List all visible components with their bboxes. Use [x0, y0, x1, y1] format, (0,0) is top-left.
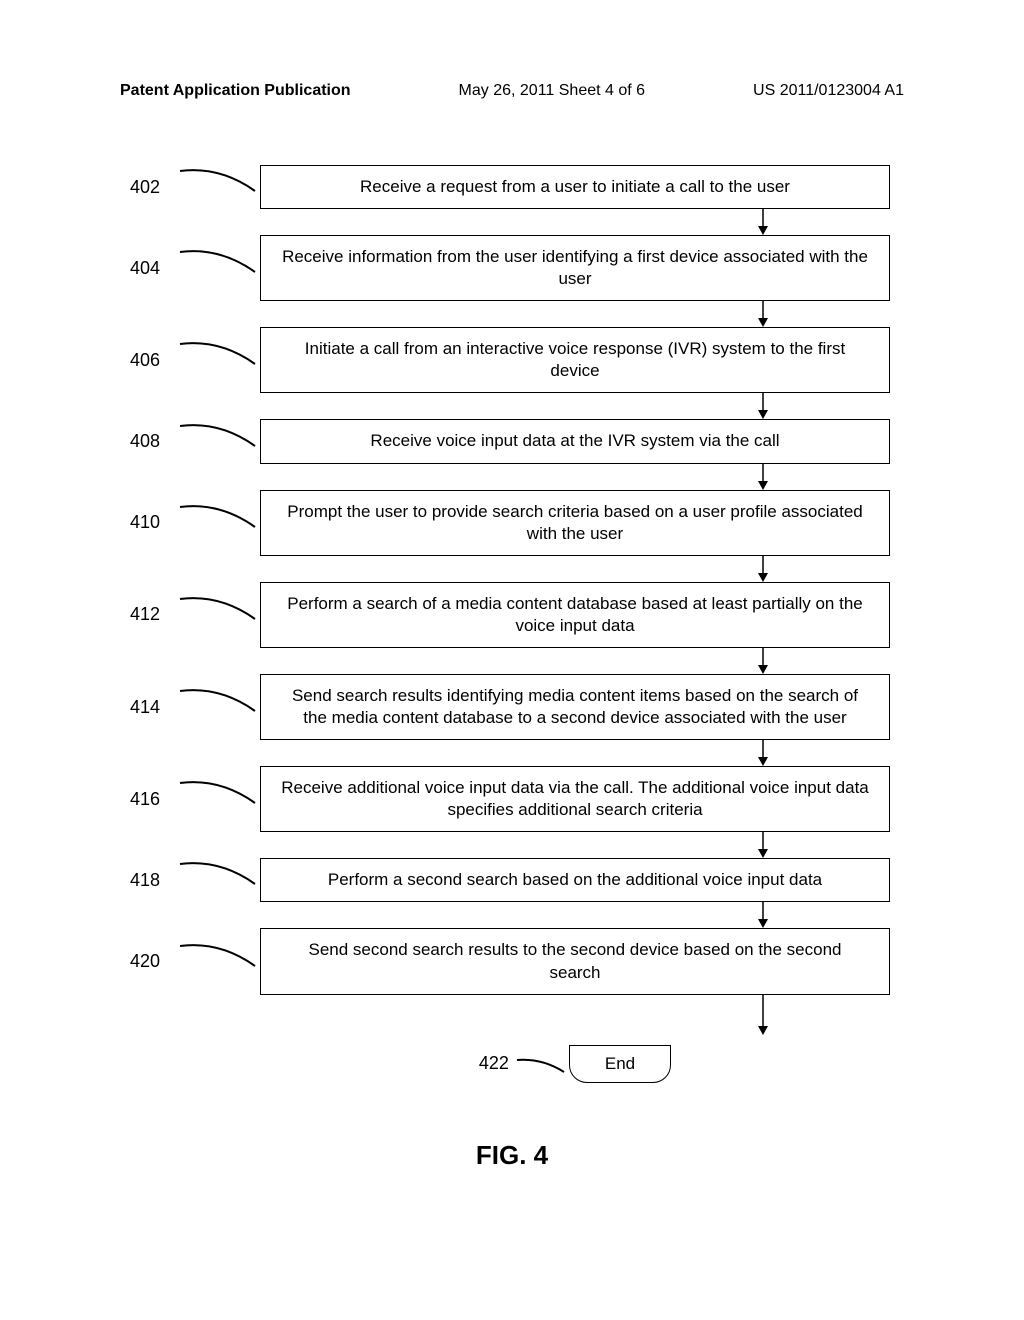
leader-line-icon [180, 522, 260, 524]
step-box: Send second search results to the second… [260, 928, 890, 994]
step-420: 420 Send second search results to the se… [130, 928, 890, 994]
step-box: Receive information from the user identi… [260, 235, 890, 301]
end-label: 422 [479, 1053, 509, 1074]
step-410: 410 Prompt the user to provide search cr… [130, 490, 890, 556]
figure-caption: FIG. 4 [0, 1140, 1024, 1171]
step-408: 408 Receive voice input data at the IVR … [130, 419, 890, 463]
arrow-down-icon [260, 995, 890, 1035]
leader-line-icon [180, 798, 260, 800]
step-414: 414 Send search results identifying medi… [130, 674, 890, 740]
leader-line-icon [180, 614, 260, 616]
leader-line-icon [180, 706, 260, 708]
step-418: 418 Perform a second search based on the… [130, 858, 890, 902]
header-patent-number: US 2011/0123004 A1 [753, 82, 904, 100]
leader-line-icon [180, 961, 260, 963]
step-label: 412 [130, 604, 180, 625]
step-412: 412 Perform a search of a media content … [130, 582, 890, 648]
step-box: Prompt the user to provide search criter… [260, 490, 890, 556]
leader-line-icon [180, 879, 260, 881]
step-box: Perform a search of a media content data… [260, 582, 890, 648]
arrow-down-icon [260, 740, 890, 766]
step-box: Perform a second search based on the add… [260, 858, 890, 902]
step-label: 408 [130, 431, 180, 452]
step-label: 418 [130, 870, 180, 891]
flowchart: 402 Receive a request from a user to ini… [130, 165, 890, 1083]
leader-line-icon [180, 267, 260, 269]
arrow-down-icon [260, 556, 890, 582]
leader-line-icon [180, 359, 260, 361]
step-box: Send search results identifying media co… [260, 674, 890, 740]
step-label: 416 [130, 789, 180, 810]
step-label: 420 [130, 951, 180, 972]
step-label: 410 [130, 512, 180, 533]
step-402: 402 Receive a request from a user to ini… [130, 165, 890, 209]
arrow-down-icon [260, 464, 890, 490]
arrow-down-icon [260, 393, 890, 419]
step-416: 416 Receive additional voice input data … [130, 766, 890, 832]
step-404: 404 Receive information from the user id… [130, 235, 890, 301]
step-label: 402 [130, 177, 180, 198]
arrow-down-icon [260, 832, 890, 858]
step-box: Receive additional voice input data via … [260, 766, 890, 832]
arrow-down-icon [260, 301, 890, 327]
header-date-sheet: May 26, 2011 Sheet 4 of 6 [459, 82, 646, 100]
step-box: Receive voice input data at the IVR syst… [260, 419, 890, 463]
leader-line-icon [180, 441, 260, 443]
arrow-down-icon [260, 648, 890, 674]
step-406: 406 Initiate a call from an interactive … [130, 327, 890, 393]
leader-line-icon [180, 186, 260, 188]
end-terminator: End [569, 1045, 671, 1083]
step-end: 422 End [260, 1045, 890, 1083]
arrow-down-icon [260, 209, 890, 235]
step-label: 414 [130, 697, 180, 718]
arrow-down-icon [260, 902, 890, 928]
step-box: Receive a request from a user to initiat… [260, 165, 890, 209]
step-label: 406 [130, 350, 180, 371]
page-header: Patent Application Publication May 26, 2… [0, 82, 1024, 100]
header-publication: Patent Application Publication [120, 82, 351, 100]
step-box: Initiate a call from an interactive voic… [260, 327, 890, 393]
step-label: 404 [130, 258, 180, 279]
